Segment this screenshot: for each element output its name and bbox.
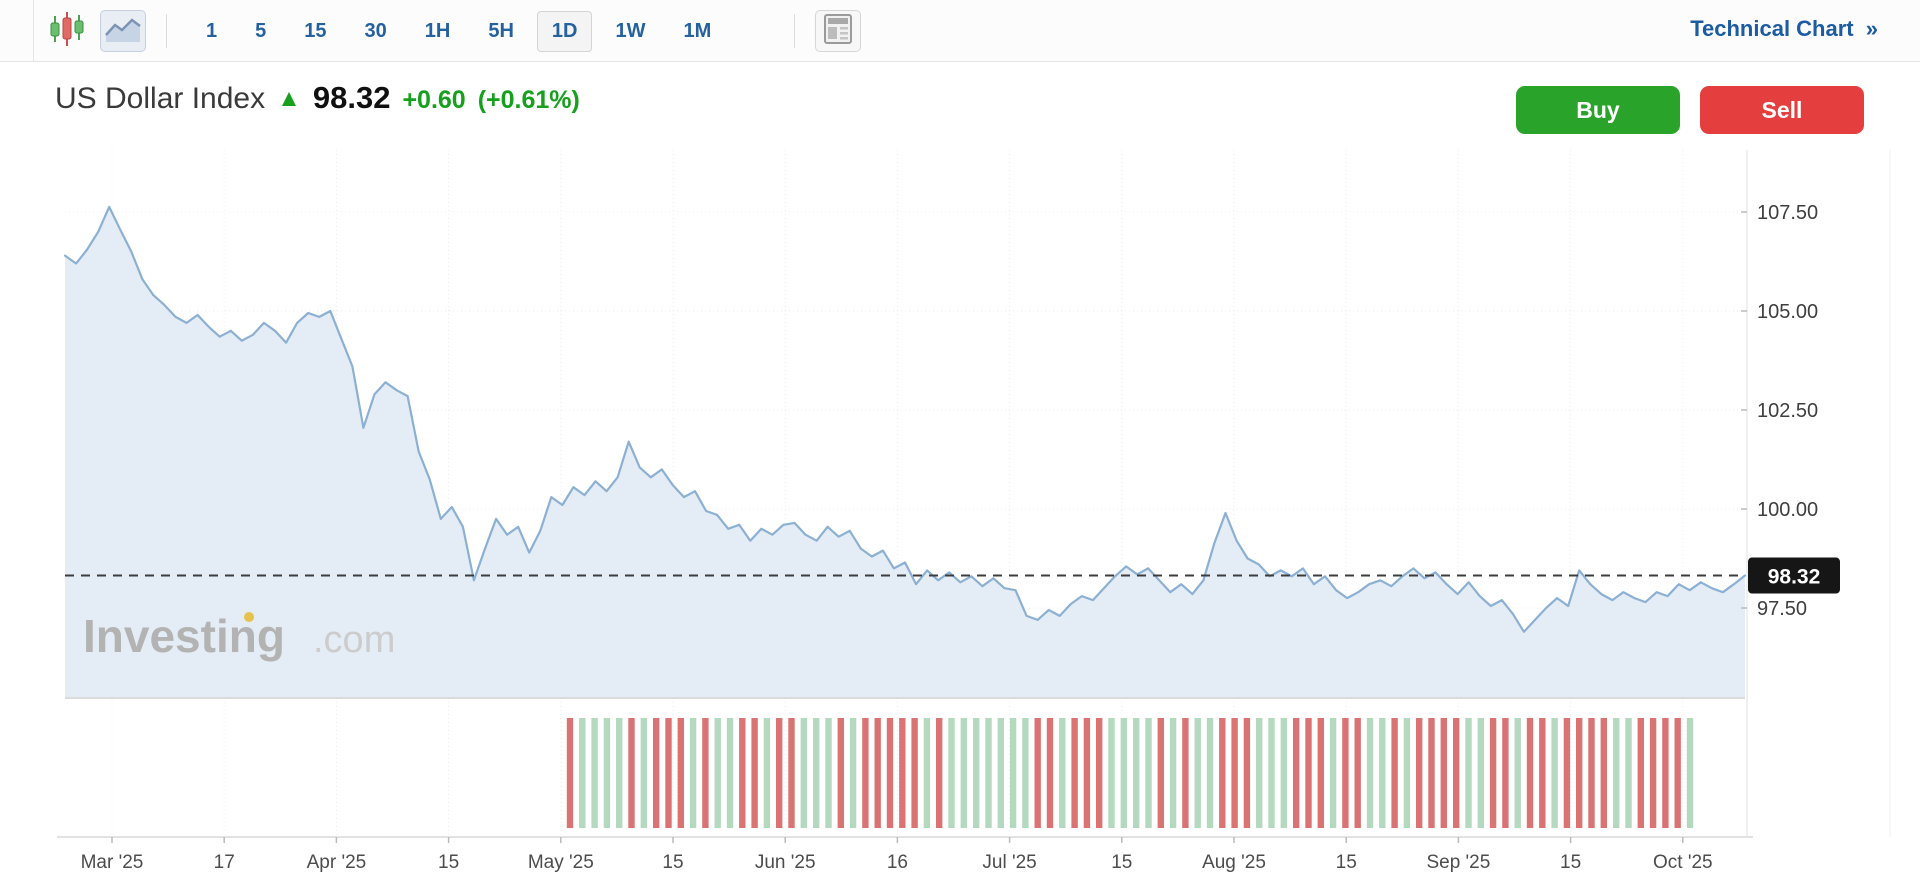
svg-text:15: 15 xyxy=(1560,852,1581,873)
svg-text:Apr '25: Apr '25 xyxy=(307,852,367,873)
timeframe-selector: 1515301H5H1D1W1M xyxy=(187,11,730,52)
svg-text:Investing: Investing xyxy=(83,610,285,662)
svg-text:100.00: 100.00 xyxy=(1757,499,1818,521)
svg-text:15: 15 xyxy=(662,852,683,873)
price-change-percent: (+0.61%) xyxy=(478,86,580,115)
technical-chart-label: Technical Chart xyxy=(1690,16,1853,41)
instrument-title: US Dollar Index xyxy=(55,82,265,116)
instrument-header: US Dollar Index ▲ 98.32 +0.60 (+0.61%) B… xyxy=(0,62,1920,140)
svg-text:15: 15 xyxy=(438,852,459,873)
price-chart-svg: Investing .com Mar '25 17 Apr '25 15 May '25 15… xyxy=(35,140,1920,881)
svg-text:Aug '25: Aug '25 xyxy=(1202,852,1266,873)
svg-text:105.00: 105.00 xyxy=(1757,301,1818,323)
toolbar-divider-2 xyxy=(794,14,795,48)
svg-text:17: 17 xyxy=(214,852,235,873)
timeframe-button-1w[interactable]: 1W xyxy=(600,11,660,52)
technical-chart-link[interactable]: Technical Chart » xyxy=(1690,16,1878,42)
svg-text:15: 15 xyxy=(1336,852,1357,873)
double-chevron-right-icon: » xyxy=(1866,16,1878,41)
last-price: 98.32 xyxy=(313,80,391,116)
toolbar-divider xyxy=(166,14,167,48)
timeframe-button-1[interactable]: 1 xyxy=(191,11,232,52)
up-arrow-icon: ▲ xyxy=(277,85,301,113)
timeframe-button-30[interactable]: 30 xyxy=(350,11,402,52)
candlestick-chart-button[interactable] xyxy=(44,10,90,52)
svg-text:97.50: 97.50 xyxy=(1757,598,1807,620)
toolbar-left-border xyxy=(33,0,34,62)
timeframe-button-15[interactable]: 15 xyxy=(289,11,341,52)
timeframe-button-5[interactable]: 5 xyxy=(240,11,281,52)
timeframe-button-5h[interactable]: 5H xyxy=(473,11,529,52)
svg-text:98.32: 98.32 xyxy=(1768,566,1821,589)
svg-text:.com: .com xyxy=(313,619,395,661)
buy-button[interactable]: Buy xyxy=(1516,86,1680,134)
news-page-icon xyxy=(823,13,853,50)
timeframe-button-1h[interactable]: 1H xyxy=(410,11,466,52)
svg-text:16: 16 xyxy=(887,852,908,873)
svg-text:May '25: May '25 xyxy=(528,852,594,873)
news-overlay-button[interactable] xyxy=(815,10,861,52)
price-change: +0.60 xyxy=(402,86,465,115)
svg-text:Sep '25: Sep '25 xyxy=(1426,852,1490,873)
svg-text:102.50: 102.50 xyxy=(1757,400,1818,422)
svg-text:Mar '25: Mar '25 xyxy=(81,852,144,873)
area-chart-button[interactable] xyxy=(100,10,146,52)
price-chart-canvas[interactable]: Investing .com Mar '25 17 Apr '25 15 May '25 15… xyxy=(35,140,1920,881)
svg-text:Jul '25: Jul '25 xyxy=(982,852,1036,873)
svg-text:15: 15 xyxy=(1111,852,1132,873)
svg-text:Oct '25: Oct '25 xyxy=(1653,852,1713,873)
svg-text:Jun '25: Jun '25 xyxy=(755,852,816,873)
timeframe-button-1d[interactable]: 1D xyxy=(537,11,593,52)
timeframe-button-1m[interactable]: 1M xyxy=(668,11,726,52)
chart-toolbar: 1515301H5H1D1W1M Technical Chart » xyxy=(0,0,1920,62)
sell-button[interactable]: Sell xyxy=(1700,86,1864,134)
svg-text:107.50: 107.50 xyxy=(1757,202,1818,224)
area-chart-icon xyxy=(103,13,143,50)
candlestick-icon xyxy=(48,9,86,54)
